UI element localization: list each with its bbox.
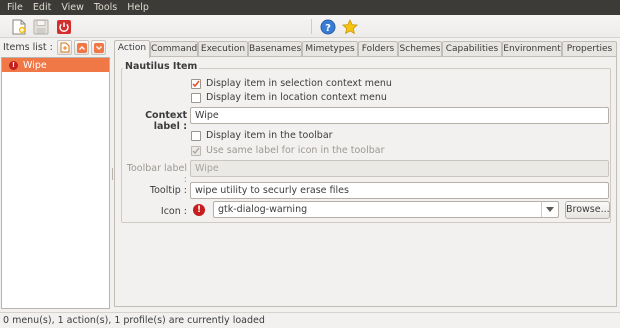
- tab-environment[interactable]: Environment: [502, 41, 562, 57]
- toolbar: ?: [0, 15, 620, 38]
- selection-menu-row[interactable]: Display item in selection context menu: [191, 78, 392, 89]
- tab-capabilities[interactable]: Capabilities: [442, 41, 502, 57]
- location-menu-row[interactable]: Display item in location context menu: [191, 92, 387, 103]
- items-list[interactable]: ! Wipe: [1, 57, 110, 309]
- same-label-checkbox: [191, 145, 201, 156]
- context-label-caption: Context label :: [145, 110, 187, 132]
- location-menu-checkbox[interactable]: [191, 92, 201, 103]
- menu-help[interactable]: Help: [122, 0, 154, 15]
- list-item-label: Wipe: [23, 59, 47, 71]
- save-icon[interactable]: [32, 18, 50, 36]
- items-pane: Items list : ! Wipe: [0, 38, 111, 310]
- menu-edit[interactable]: Edit: [28, 0, 56, 15]
- frame-title: Nautilus Item: [123, 61, 200, 72]
- action-panel: Nautilus Item Display item in selection …: [114, 56, 617, 307]
- selection-menu-label: Display item in selection context menu: [206, 78, 392, 89]
- icon-combo[interactable]: gtk-dialog-warning: [213, 201, 559, 218]
- new-item-icon: [60, 42, 69, 53]
- svg-text:?: ?: [325, 23, 331, 34]
- quit-icon[interactable]: [55, 18, 73, 36]
- new-item-button[interactable]: [57, 40, 72, 55]
- menu-file[interactable]: File: [2, 0, 28, 15]
- toolbar-separator: [311, 19, 312, 34]
- items-list-label: Items list :: [3, 42, 53, 53]
- tab-action[interactable]: Action: [114, 40, 150, 58]
- checkmark-icon: [192, 80, 200, 87]
- tab-bar: Action Command Execution Basenames Mimet…: [114, 40, 617, 58]
- tab-execution[interactable]: Execution: [198, 41, 248, 57]
- menu-view[interactable]: View: [56, 0, 89, 15]
- tooltip-caption: Tooltip :: [149, 185, 187, 196]
- chevron-down-icon[interactable]: [541, 202, 558, 217]
- tab-properties[interactable]: Properties: [562, 41, 617, 57]
- tab-mimetypes[interactable]: Mimetypes: [302, 41, 358, 57]
- toolbar-label-caption: Toolbar label :: [126, 163, 187, 185]
- warning-icon: !: [9, 60, 18, 70]
- chevron-down-icon: [93, 42, 104, 53]
- tab-basenames[interactable]: Basenames: [248, 41, 302, 57]
- help-icon[interactable]: ?: [319, 18, 337, 36]
- move-down-button[interactable]: [91, 40, 106, 55]
- location-menu-label: Display item in location context menu: [206, 92, 387, 103]
- checkmark-icon: [192, 147, 200, 154]
- toolbar-display-checkbox[interactable]: [191, 130, 201, 141]
- same-label-label: Use same label for icon in the toolbar: [206, 145, 385, 156]
- icon-caption: Icon :: [160, 206, 187, 217]
- toolbar-display-row[interactable]: Display item in the toolbar: [191, 130, 333, 141]
- tab-schemes[interactable]: Schemes: [398, 41, 442, 57]
- toolbar-display-label: Display item in the toolbar: [206, 130, 333, 141]
- tab-command[interactable]: Command: [150, 41, 198, 57]
- warning-icon: !: [193, 204, 205, 216]
- browse-button[interactable]: Browse...: [565, 201, 610, 219]
- list-item[interactable]: ! Wipe: [2, 58, 109, 72]
- menu-bar: File Edit View Tools Help: [0, 0, 620, 15]
- toolbar-label-field: Wipe: [190, 160, 609, 177]
- tab-folders[interactable]: Folders: [358, 41, 398, 57]
- status-bar: 0 menu(s), 1 action(s), 1 profile(s) are…: [0, 312, 620, 328]
- selection-menu-checkbox[interactable]: [191, 78, 201, 89]
- new-document-icon[interactable]: [10, 18, 28, 36]
- icon-combo-value: gtk-dialog-warning: [218, 204, 308, 215]
- menu-tools[interactable]: Tools: [89, 0, 122, 15]
- context-label-field[interactable]: Wipe: [190, 107, 609, 124]
- same-label-row: Use same label for icon in the toolbar: [191, 145, 385, 156]
- chevron-up-icon: [76, 42, 87, 53]
- status-text: 0 menu(s), 1 action(s), 1 profile(s) are…: [3, 315, 265, 326]
- move-up-button[interactable]: [74, 40, 89, 55]
- favorite-star-icon[interactable]: [341, 18, 359, 36]
- tooltip-field[interactable]: wipe utility to securly erase files: [190, 182, 609, 199]
